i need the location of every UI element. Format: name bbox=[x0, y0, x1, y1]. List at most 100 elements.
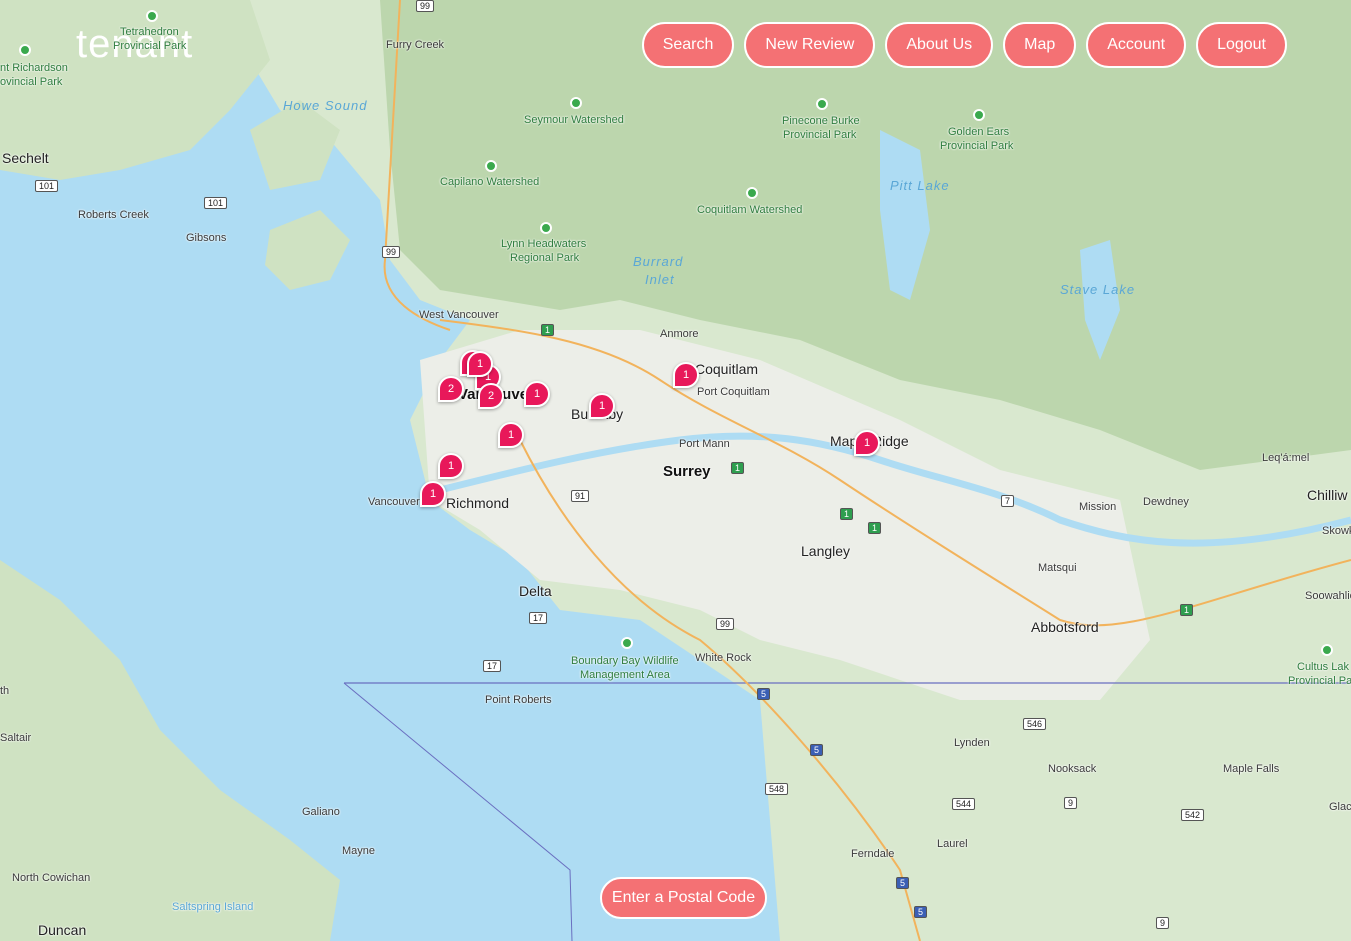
park-icon bbox=[746, 187, 758, 199]
map-label: Maple Falls bbox=[1223, 763, 1280, 775]
map-label: Burrard bbox=[633, 254, 684, 269]
highway-shield: 101 bbox=[35, 180, 59, 192]
new-review-button[interactable]: New Review bbox=[744, 22, 876, 68]
map-label: Dewdney bbox=[1143, 496, 1189, 508]
park-icon bbox=[146, 10, 158, 22]
map-label: Cultus Lak bbox=[1297, 661, 1349, 673]
map-label: Seymour Watershed bbox=[524, 114, 624, 126]
highway-shield: 91 bbox=[571, 490, 590, 502]
map-label: Provincial Park bbox=[783, 129, 857, 141]
map-label: Abbotsford bbox=[1031, 619, 1099, 635]
map-label: Vancouver bbox=[368, 496, 420, 508]
map-label: Glaci bbox=[1329, 801, 1351, 813]
map-label: Skowk bbox=[1322, 525, 1351, 537]
highway-shield: 5 bbox=[810, 744, 824, 756]
logout-button[interactable]: Logout bbox=[1196, 22, 1287, 68]
map-label: North Cowichan bbox=[12, 872, 91, 884]
highway-shield: 1 bbox=[541, 324, 555, 336]
map-button[interactable]: Map bbox=[1003, 22, 1077, 68]
review-marker[interactable]: 2 bbox=[478, 383, 504, 409]
account-button[interactable]: Account bbox=[1086, 22, 1187, 68]
map-label: Stave Lake bbox=[1060, 282, 1136, 297]
highway-shield: 9 bbox=[1064, 797, 1078, 809]
map-label: Port Mann bbox=[679, 438, 730, 450]
map-label: Howe Sound bbox=[283, 98, 368, 113]
map-label: Duncan bbox=[38, 922, 87, 938]
map-label: ovincial Park bbox=[0, 76, 63, 88]
map-label: Anmore bbox=[660, 328, 699, 340]
highway-shield: 1 bbox=[731, 462, 745, 474]
map-label: Richmond bbox=[446, 495, 510, 511]
map-label: Nooksack bbox=[1048, 763, 1097, 775]
map-label: Saltspring Island bbox=[172, 901, 254, 913]
map-label: Port Coquitlam bbox=[697, 386, 770, 398]
map-label: th bbox=[0, 685, 10, 697]
search-button[interactable]: Search bbox=[641, 22, 735, 68]
map-label: Provincial Pa bbox=[1288, 675, 1351, 687]
map-label: Golden Ears bbox=[948, 126, 1010, 138]
highway-shield: 1 bbox=[1180, 604, 1194, 616]
highway-shield: 7 bbox=[1001, 495, 1015, 507]
park-icon bbox=[816, 98, 828, 110]
park-icon bbox=[973, 109, 985, 121]
map-label: Provincial Park bbox=[113, 40, 187, 52]
map-label: Gibsons bbox=[186, 232, 227, 244]
map-label: Saltair bbox=[0, 732, 32, 744]
highway-shield: 1 bbox=[868, 522, 882, 534]
review-marker[interactable]: 2 bbox=[438, 376, 464, 402]
map-label: Coquitlam Watershed bbox=[697, 204, 803, 216]
map-label: Roberts Creek bbox=[78, 209, 149, 221]
highway-shield: 548 bbox=[765, 783, 789, 795]
review-marker[interactable]: 1 bbox=[467, 351, 493, 377]
highway-shield: 101 bbox=[204, 197, 228, 209]
park-icon bbox=[621, 637, 633, 649]
park-icon bbox=[540, 222, 552, 234]
map-label: Management Area bbox=[580, 669, 670, 681]
map-label: Boundary Bay Wildlife bbox=[571, 655, 679, 667]
about-us-button[interactable]: About Us bbox=[885, 22, 994, 68]
park-icon bbox=[485, 160, 497, 172]
highway-shield: 17 bbox=[483, 660, 502, 672]
map-label: Delta bbox=[519, 583, 552, 599]
review-marker[interactable]: 1 bbox=[498, 422, 524, 448]
highway-shield: 542 bbox=[1181, 809, 1205, 821]
highway-shield: 1 bbox=[840, 508, 854, 520]
map-label: Regional Park bbox=[510, 252, 580, 264]
map-label: Coquitlam bbox=[695, 361, 759, 377]
highway-shield: 99 bbox=[382, 246, 401, 258]
highway-shield: 5 bbox=[914, 906, 928, 918]
highway-shield: 99 bbox=[716, 618, 735, 630]
map-label: Surrey bbox=[663, 463, 711, 480]
map-label: Soowahlie bbox=[1305, 590, 1351, 602]
map-label: Point Roberts bbox=[485, 694, 552, 706]
top-nav: Search New Review About Us Map Account L… bbox=[641, 22, 1287, 68]
highway-shield: 99 bbox=[416, 0, 435, 12]
map-label: Pinecone Burke bbox=[782, 115, 860, 127]
postal-code-button[interactable]: Enter a Postal Code bbox=[600, 877, 767, 919]
highway-shield: 9 bbox=[1156, 917, 1170, 929]
map-label: Matsqui bbox=[1038, 562, 1077, 574]
highway-shield: 17 bbox=[529, 612, 548, 624]
map-label: Inlet bbox=[645, 272, 675, 287]
map-label: nt Richardson bbox=[0, 62, 68, 74]
review-marker[interactable]: 1 bbox=[524, 381, 550, 407]
map-label: Ferndale bbox=[851, 848, 895, 860]
review-marker[interactable]: 1 bbox=[589, 393, 615, 419]
map-label: Lynden bbox=[954, 737, 990, 749]
map-label: Furry Creek bbox=[386, 39, 445, 51]
map-label: West Vancouver bbox=[419, 309, 499, 321]
highway-shield: 546 bbox=[1023, 718, 1047, 730]
park-icon bbox=[1321, 644, 1333, 656]
review-marker[interactable]: 1 bbox=[673, 362, 699, 388]
review-marker[interactable]: 1 bbox=[438, 453, 464, 479]
review-marker[interactable]: 1 bbox=[420, 481, 446, 507]
map-label: Mayne bbox=[342, 845, 376, 857]
map-label: White Rock bbox=[695, 652, 752, 664]
map-label: Sechelt bbox=[2, 150, 49, 166]
review-marker[interactable]: 1 bbox=[854, 430, 880, 456]
map-label: Pitt Lake bbox=[890, 178, 950, 193]
map-label: Mission bbox=[1079, 501, 1117, 513]
map-label: Tetrahedron bbox=[120, 26, 179, 38]
map-label: Galiano bbox=[302, 806, 340, 818]
map-label: Leq'á:mel bbox=[1262, 452, 1310, 464]
